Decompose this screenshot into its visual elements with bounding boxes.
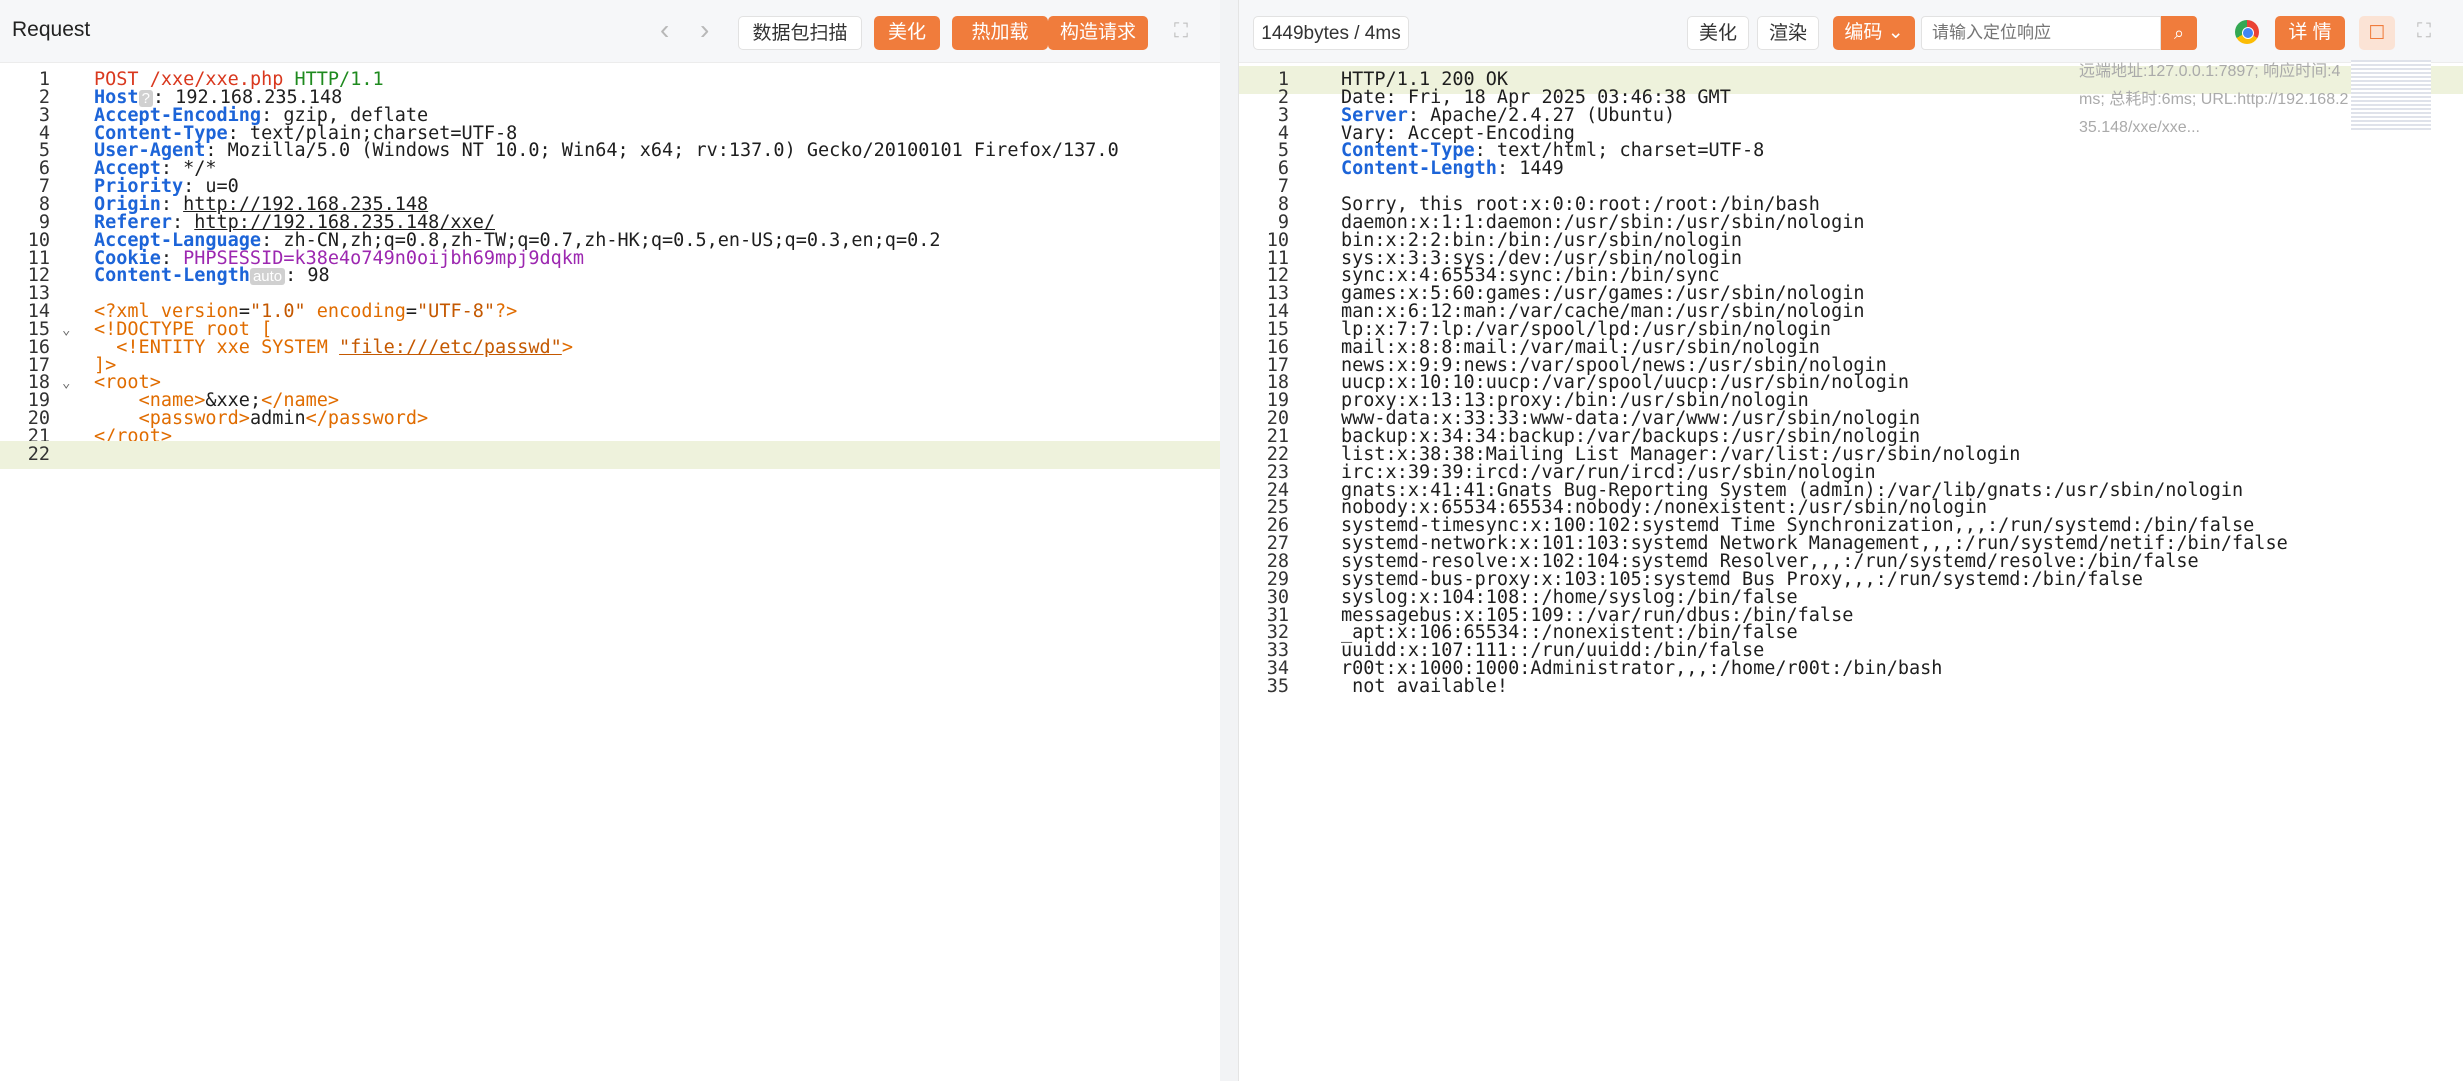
encoding-dropdown[interactable]: 编码 ⌄ [1833, 16, 1915, 50]
chevron-down-icon: ⌄ [1887, 22, 1904, 43]
request-title: Request [12, 18, 91, 41]
hot-load-button[interactable]: 热加载 [952, 16, 1048, 50]
request-beautify-button[interactable]: 美化 [874, 16, 940, 50]
build-request-button[interactable]: 构造请求 [1048, 16, 1148, 50]
response-stats: 1449bytes / 4ms [1253, 16, 1409, 50]
request-pane: Request ‹ › 数据包扫描 美化 热加载 构造请求 ⛶ 1 POST /x… [0, 0, 1221, 1081]
response-editor[interactable]: 1 HTTP/1.1 200 OK 2 Date: Fri, 18 Apr 2025 … [1239, 62, 2463, 1081]
response-toolbar: 1449bytes / 4ms 美化 渲染 编码 ⌄ ⌕ 详 情 ☐ ⛶ [1239, 0, 2463, 63]
encoding-label: 编码 [1844, 22, 1883, 43]
forward-arrow-icon[interactable]: › [700, 14, 709, 46]
search-icon[interactable]: ⌕ [2161, 16, 2197, 50]
code-text: not available! [1341, 675, 1509, 697]
request-toolbar: Request ‹ › 数据包扫描 美化 热加载 构造请求 ⛶ [0, 0, 1220, 63]
expand-icon-right[interactable]: ⛶ [2417, 20, 2431, 43]
detail-button[interactable]: 详 情 [2275, 16, 2345, 50]
request-editor[interactable]: 1 POST /xxe/xxe.php HTTP/1.1 2 Host?: 192.1… [0, 62, 1220, 1081]
code-line[interactable]: 35 not available! [1239, 673, 2463, 701]
pane-divider[interactable] [1220, 0, 1238, 1081]
back-arrow-icon[interactable]: ‹ [660, 14, 669, 46]
minimap[interactable] [2351, 60, 2431, 130]
remote-info: 远端地址:127.0.0.1:7897; 响应时间:4ms; 总耗时:6ms; … [2079, 63, 2349, 136]
packet-scan-button[interactable]: 数据包扫描 [738, 16, 862, 50]
line-number: 22 [27, 443, 50, 465]
chrome-icon[interactable] [2235, 20, 2259, 44]
comment-icon[interactable]: ☐ [2359, 16, 2395, 50]
expand-icon[interactable]: ⛶ [1174, 20, 1188, 43]
response-pane: 1449bytes / 4ms 美化 渲染 编码 ⌄ ⌕ 详 情 ☐ ⛶ 1HT… [1238, 0, 2463, 1081]
response-search-input[interactable] [1921, 16, 2161, 50]
render-button[interactable]: 渲染 [1757, 16, 1819, 50]
response-beautify-button[interactable]: 美化 [1687, 16, 1749, 50]
line-number: 35 [1266, 675, 1289, 697]
code-line[interactable]: 22 [0, 440, 1220, 469]
